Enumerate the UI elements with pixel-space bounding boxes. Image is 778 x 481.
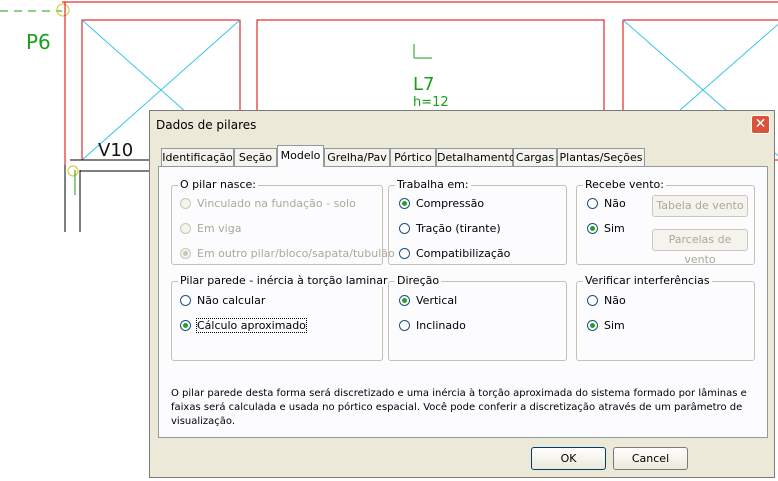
radio-circle [587, 198, 598, 209]
group-title: Trabalha em: [395, 178, 471, 191]
option-label: Sim [604, 222, 625, 235]
group-title: Recebe vento: [583, 178, 666, 191]
radio-circle [180, 248, 191, 259]
option-label: Não calcular [197, 294, 266, 307]
dialog-title: Dados de pilares [156, 118, 257, 132]
group-pilar-nasce: O pilar nasce: Vinculado na fundação - s… [171, 178, 395, 265]
parcelas-de-vento-button[interactable]: Parcelas de vento [652, 229, 748, 266]
option-label: Compatibilização [416, 247, 511, 260]
tab-portico[interactable]: Pórtico [390, 148, 436, 166]
tab-secao[interactable]: Seção [234, 148, 277, 166]
option-label: Cálculo aproximado [196, 318, 307, 333]
option-label: Não [604, 197, 626, 210]
radio-circle [587, 223, 598, 234]
info-text: O pilar parede desta forma será discreti… [171, 388, 747, 427]
radio-circle [180, 198, 191, 209]
group-direcao: Direção Vertical Inclinado [388, 274, 567, 361]
cancel-button[interactable]: Cancel [613, 447, 688, 470]
radio-circle [399, 248, 410, 259]
option-label: Em outro pilar/bloco/sapata/tubulão [197, 247, 395, 260]
option-label: Inclinado [416, 319, 466, 332]
radio-circle [180, 295, 191, 306]
tab-panel-modelo: O pilar nasce: Vinculado na fundação - s… [158, 166, 768, 438]
option-label: Vinculado na fundação - solo [197, 197, 356, 210]
option-label: Não [604, 294, 626, 307]
radio-circle [180, 223, 191, 234]
option-label: Compressão [416, 197, 485, 210]
radio-circle [587, 320, 598, 331]
close-icon[interactable]: ✕ [751, 115, 770, 134]
tab-detalhamento[interactable]: Detalhamento [436, 148, 516, 166]
radio-circle [399, 295, 410, 306]
radio-circle [180, 320, 191, 331]
tab-grelha-pav[interactable]: Grelha/Pav [324, 148, 390, 166]
group-title: Pilar parede - inércia à torção laminar [178, 274, 390, 287]
ok-button[interactable]: OK [531, 447, 606, 470]
tab-identificacao[interactable]: Identificação [161, 148, 234, 166]
radio-circle [587, 295, 598, 306]
beam-label: V10 [98, 140, 134, 161]
pillar-label: P6 [26, 30, 51, 54]
group-title: Verificar interferências [583, 274, 712, 287]
option-label: Vertical [416, 294, 458, 307]
dialog-titlebar[interactable]: Dados de pilares ✕ [150, 111, 774, 138]
group-recebe-vento: Recebe vento: Não Sim Tabela de vento Pa… [576, 178, 755, 266]
pillar-node [56, 3, 70, 17]
tab-cargas[interactable]: Cargas [513, 148, 557, 166]
tabela-de-vento-button[interactable]: Tabela de vento [652, 195, 748, 217]
slab-height-label: h=12 [413, 95, 449, 110]
group-title: Direção [395, 274, 442, 287]
option-label: Tração (tirante) [416, 222, 501, 235]
group-verificar-interferencias: Verificar interferências Não Sim [576, 274, 755, 361]
radio-circle [399, 198, 410, 209]
group-title: O pilar nasce: [178, 178, 258, 191]
tab-modelo[interactable]: Modelo [277, 145, 324, 167]
dialog-window: Dados de pilares ✕ Identificação Seção M… [149, 110, 775, 478]
radio-circle [399, 320, 410, 331]
slab-label: L7 [413, 74, 435, 95]
option-label: Em viga [197, 222, 242, 235]
group-pilar-parede: Pilar parede - inércia à torção laminar … [171, 274, 390, 361]
tab-plantas-secoes[interactable]: Plantas/Seções [557, 148, 645, 166]
option-label: Sim [604, 319, 625, 332]
radio-circle [399, 223, 410, 234]
group-trabalha-em: Trabalha em: Compressão Tração (tirante)… [388, 178, 567, 265]
